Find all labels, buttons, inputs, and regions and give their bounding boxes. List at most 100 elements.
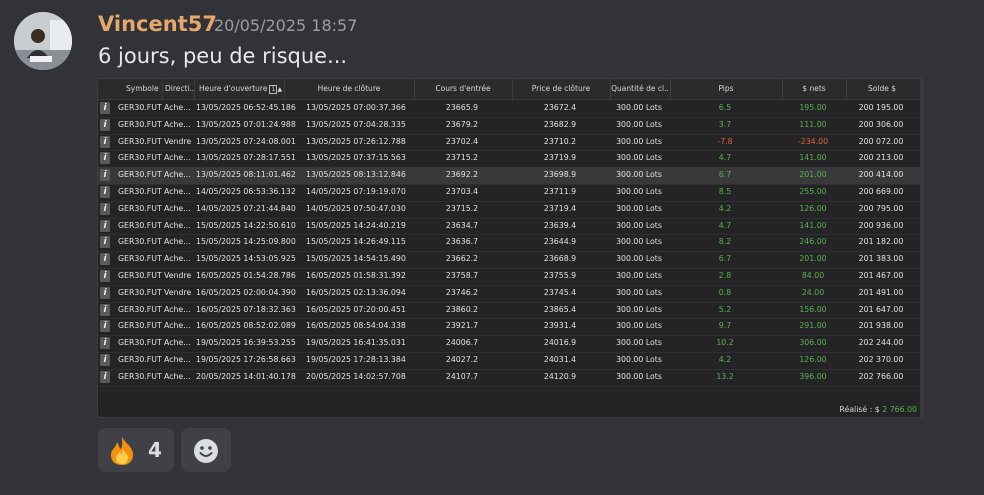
cell-quantity: 300.00 Lots <box>616 153 662 163</box>
cell-direction: Ache... <box>164 153 191 163</box>
cell-quantity: 300.00 Lots <box>616 170 662 180</box>
cell-symbol: GER30.FUT <box>118 136 162 146</box>
table-row[interactable]: i GER30.FUT Vendre 16/05/2025 01:54:28.786 1… <box>98 268 923 286</box>
reaction-fire[interactable]: 4 <box>98 428 174 472</box>
cell-open-time: 13/05/2025 07:01:24.988 <box>196 119 296 129</box>
cell-pips: 8.2 <box>718 237 732 247</box>
cell-symbol: GER30.FUT <box>118 103 162 112</box>
col-header-symbol[interactable]: Symbole <box>126 79 162 99</box>
table-row[interactable]: i GER30.FUT Ache... 13/05/2025 07:28:17.551… <box>98 150 923 169</box>
attached-screenshot[interactable]: Symbole Directi.. Heure d'ouverture 1 ▲ He… <box>97 78 924 418</box>
cell-entry-price: 24027.2 <box>445 355 479 364</box>
info-icon[interactable]: i <box>100 219 110 232</box>
table-row[interactable]: i GER30.FUT Ache... 15/05/2025 14:22:50.610… <box>98 218 923 236</box>
info-icon[interactable]: i <box>100 303 110 316</box>
cell-close-time: 13/05/2025 07:04:28.335 <box>306 119 406 129</box>
cell-open-time: 15/05/2025 14:53:05.925 <box>196 254 296 264</box>
table-row[interactable]: i GER30.FUT Ache... 14/05/2025 07:21:44.840… <box>98 201 923 219</box>
col-header-entry-price[interactable]: Cours d'entrée <box>414 79 511 99</box>
table-row[interactable]: i GER30.FUT Ache... 13/05/2025 08:11:01.462… <box>98 167 923 185</box>
cell-pips: 6.7 <box>718 254 732 264</box>
cell-entry-price: 23715.2 <box>445 153 479 163</box>
cell-close-time: 15/05/2025 14:26:49.115 <box>306 237 406 247</box>
info-icon[interactable]: i <box>100 169 110 182</box>
cell-close-price: 23698.9 <box>543 170 577 180</box>
cell-close-time: 13/05/2025 08:13:12.846 <box>306 170 406 180</box>
cell-balance: 202 244.00 <box>858 338 904 348</box>
cell-balance: 201 383.00 <box>858 254 904 264</box>
col-header-open-time[interactable]: Heure d'ouverture 1 ▲ <box>194 79 289 99</box>
cell-pips: 4.7 <box>718 220 732 230</box>
table-row[interactable]: i GER30.FUT Vendre 13/05/2025 07:24:08.001 1… <box>98 134 923 152</box>
cell-direction: Vendre <box>164 271 192 280</box>
info-icon[interactable]: i <box>100 135 110 148</box>
info-icon[interactable]: i <box>100 320 110 333</box>
col-header-direction[interactable]: Directi.. <box>162 79 195 99</box>
cell-balance: 200 306.00 <box>858 119 904 129</box>
col-header-close-price[interactable]: Price de clôture <box>512 79 609 99</box>
col-header-pips[interactable]: Pips <box>670 79 781 99</box>
cell-net-usd: 24.00 <box>801 287 825 297</box>
cell-open-time: 19/05/2025 16:39:53.255 <box>196 338 296 348</box>
table-row[interactable]: i GER30.FUT Ache... 15/05/2025 14:53:05.925… <box>98 251 923 269</box>
info-icon[interactable]: i <box>100 186 110 198</box>
table-row[interactable]: i GER30.FUT Vendre 16/05/2025 02:00:04.390 1… <box>98 285 923 303</box>
col-header-close-time[interactable]: Heure de clôture <box>284 79 413 99</box>
cell-net-usd: 84.00 <box>801 271 825 280</box>
info-icon[interactable]: i <box>100 270 110 282</box>
info-icon[interactable]: i <box>100 370 110 383</box>
info-icon[interactable]: i <box>100 202 110 215</box>
table-row[interactable]: i GER30.FUT Ache... 16/05/2025 08:52:02.089… <box>98 318 923 337</box>
realized-total: Réalisé : $ 2 766.00 <box>839 405 917 414</box>
col-header-net-usd[interactable]: $ nets <box>782 79 845 99</box>
cell-symbol: GER30.FUT <box>118 237 162 247</box>
info-icon[interactable]: i <box>100 337 110 350</box>
cell-symbol: GER30.FUT <box>118 371 162 381</box>
col-header-balance[interactable]: Solde $ <box>846 79 917 99</box>
cell-close-price: 23755.9 <box>543 271 577 280</box>
table-row[interactable]: i GER30.FUT Ache... 20/05/2025 14:01:40.178… <box>98 369 923 387</box>
info-icon[interactable]: i <box>100 118 110 131</box>
add-reaction-smiley-icon <box>194 439 218 463</box>
cell-net-usd: 201.00 <box>799 254 827 264</box>
message-text: 6 jours, peu de risque... <box>98 44 348 68</box>
col-header-quantity[interactable]: Quantité de cl.. <box>610 79 669 99</box>
info-icon[interactable]: i <box>100 286 110 299</box>
cell-direction: Ache... <box>164 237 191 247</box>
cell-symbol: GER30.FUT <box>118 321 162 331</box>
cell-net-usd: 246.00 <box>799 237 827 247</box>
info-icon[interactable]: i <box>100 152 110 165</box>
info-icon[interactable]: i <box>100 236 110 249</box>
cell-net-usd: 396.00 <box>799 371 827 381</box>
info-icon[interactable]: i <box>100 102 110 114</box>
info-icon[interactable]: i <box>100 253 110 266</box>
scrollbar[interactable] <box>920 79 923 417</box>
add-reaction-button[interactable] <box>181 428 231 472</box>
info-icon[interactable]: i <box>100 354 110 366</box>
table-header: Symbole Directi.. Heure d'ouverture 1 ▲ He… <box>98 79 923 100</box>
cell-entry-price: 23665.9 <box>445 103 479 112</box>
cell-direction: Ache... <box>164 338 191 348</box>
cell-quantity: 300.00 Lots <box>616 304 662 314</box>
cell-entry-price: 23703.4 <box>445 187 479 196</box>
cell-open-time: 16/05/2025 02:00:04.390 <box>196 287 296 297</box>
cell-close-price: 23719.4 <box>543 203 577 213</box>
col-header-open-time-label: Heure d'ouverture <box>199 84 268 93</box>
cell-close-time: 13/05/2025 07:26:12.788 <box>306 136 406 146</box>
table-row[interactable]: i GER30.FUT Ache... 13/05/2025 07:01:24.988… <box>98 117 923 135</box>
cell-balance: 201 491.00 <box>858 287 904 297</box>
table-row[interactable]: i GER30.FUT Ache... 13/05/2025 06:52:45.186… <box>98 100 923 118</box>
table-row[interactable]: i GER30.FUT Ache... 19/05/2025 16:39:53.255… <box>98 335 923 353</box>
cell-open-time: 13/05/2025 07:24:08.001 <box>196 136 296 146</box>
cell-symbol: GER30.FUT <box>118 187 162 196</box>
avatar[interactable] <box>14 12 72 70</box>
table-row[interactable]: i GER30.FUT Ache... 16/05/2025 07:18:32.363… <box>98 302 923 320</box>
author-name[interactable]: Vincent57 <box>98 12 217 36</box>
table-row[interactable]: i GER30.FUT Ache... 14/05/2025 06:53:36.132… <box>98 184 923 202</box>
cell-close-price: 23644.9 <box>543 237 577 247</box>
cell-close-time: 16/05/2025 01:58:31.392 <box>306 271 406 280</box>
cell-direction: Ache... <box>164 119 191 129</box>
cell-entry-price: 23634.7 <box>445 220 479 230</box>
table-row[interactable]: i GER30.FUT Ache... 19/05/2025 17:26:58.663… <box>98 352 923 370</box>
table-row[interactable]: i GER30.FUT Ache... 15/05/2025 14:25:09.800… <box>98 234 923 253</box>
